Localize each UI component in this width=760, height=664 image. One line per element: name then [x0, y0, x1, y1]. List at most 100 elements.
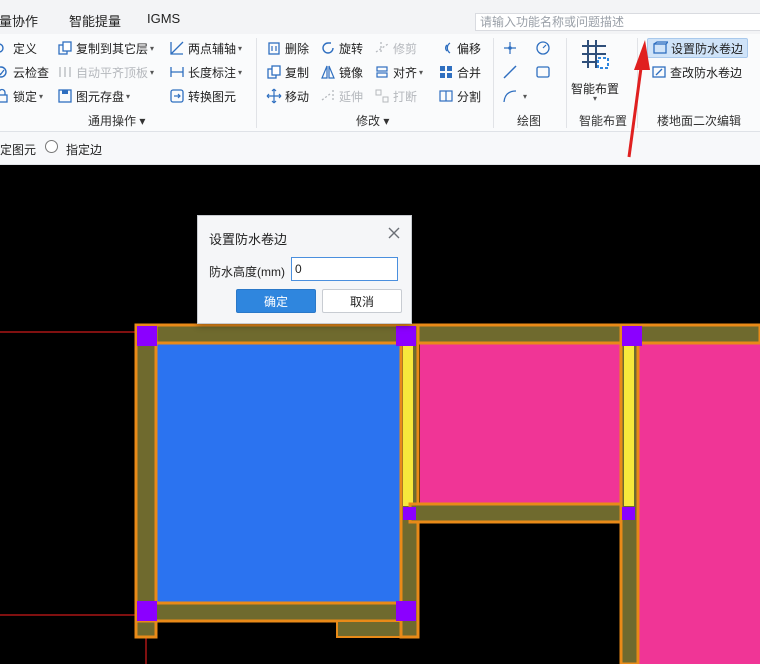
break-button[interactable]: 打断	[374, 86, 417, 106]
rotate-button[interactable]: 旋转	[320, 38, 363, 58]
define-button[interactable]: 定义	[0, 38, 37, 58]
rotate-icon	[320, 40, 336, 56]
group-modify-label[interactable]: 修改 ▾	[356, 112, 389, 129]
waterproof-height-input[interactable]	[291, 257, 398, 281]
trim-button[interactable]: 修剪	[374, 38, 417, 58]
mirror-label: 镜像	[339, 65, 364, 80]
flat-slab-icon	[57, 64, 73, 80]
edit-waterproof-edge-button[interactable]: 查改防水卷边	[651, 62, 742, 82]
define-icon	[0, 40, 10, 56]
break-label: 打断	[393, 89, 418, 104]
auto-flat-slab-button[interactable]: 自动平齐顶板 ▾	[57, 62, 154, 82]
element-storage-button[interactable]: 图元存盘 ▾	[57, 86, 130, 106]
extend-button[interactable]: 延伸	[320, 86, 363, 106]
move-label: 移动	[285, 89, 310, 104]
lock-icon	[0, 88, 10, 104]
draw-rect-button[interactable]	[535, 62, 554, 82]
tab-collaboration[interactable]: 算量协作	[0, 11, 38, 30]
delete-button[interactable]: 删除	[266, 38, 309, 58]
column-node[interactable]	[622, 326, 642, 346]
offset-label: 偏移	[457, 41, 482, 56]
edit-waterproof-label: 查改防水卷边	[670, 65, 743, 80]
edit-waterproof-icon	[651, 64, 667, 80]
column-node[interactable]	[137, 326, 157, 346]
mirror-icon	[320, 64, 336, 80]
copy-to-floor-label: 复制到其它层	[76, 41, 149, 56]
draw-line-button[interactable]	[502, 62, 521, 82]
chevron-down-icon: ▾	[592, 94, 597, 103]
specify-edge-radio[interactable]	[45, 140, 58, 153]
lock-label: 锁定	[13, 89, 38, 104]
smart-layout-icon	[582, 40, 609, 69]
draw-circle-button[interactable]	[535, 38, 554, 58]
circle-icon	[535, 40, 551, 56]
merge-button[interactable]: 合并	[438, 62, 481, 82]
mirror-button[interactable]: 镜像	[320, 62, 363, 82]
convert-element-button[interactable]: 转换图元	[169, 86, 236, 106]
lock-button[interactable]: 锁定 ▾	[0, 86, 43, 106]
option-specify-element[interactable]: 指定图元	[0, 141, 36, 158]
column-node[interactable]	[396, 326, 416, 346]
move-button[interactable]: 移动	[266, 86, 309, 106]
waterproof-edge-icon	[652, 40, 668, 56]
wall-right-highlight	[624, 343, 634, 506]
align-icon	[374, 64, 390, 80]
cloud-check-button[interactable]: 云检查	[0, 62, 49, 82]
copy-floor-icon	[57, 40, 73, 56]
group-general-label[interactable]: 通用操作 ▾	[88, 112, 145, 129]
cloud-check-icon	[0, 64, 10, 80]
split-icon	[438, 88, 454, 104]
extend-label: 延伸	[339, 89, 364, 104]
break-icon	[374, 88, 390, 104]
group-floor-edit-label: 楼地面二次编辑	[657, 114, 742, 128]
wall-pink-bottom[interactable]	[408, 502, 632, 524]
split-button[interactable]: 分割	[438, 86, 481, 106]
wall-left[interactable]	[134, 323, 158, 639]
menu-bar: 算量协作 智能提量 IGMS	[0, 0, 760, 35]
two-point-axis-button[interactable]: 两点辅轴 ▾	[169, 38, 242, 58]
column-node[interactable]	[403, 507, 416, 520]
draw-arc-button[interactable]: ▾	[502, 86, 527, 106]
wall-top[interactable]	[134, 323, 760, 345]
column-node[interactable]	[137, 601, 157, 621]
function-search-input[interactable]	[475, 13, 760, 31]
room-blue[interactable]	[155, 343, 401, 603]
length-label-button[interactable]: 长度标注 ▾	[169, 62, 242, 82]
ribbon-separator	[566, 38, 567, 128]
copy-to-floor-button[interactable]: 复制到其它层 ▾	[57, 38, 154, 58]
convert-icon	[169, 88, 185, 104]
set-waterproof-edge-button[interactable]: 设置防水卷边	[647, 38, 749, 58]
wall-middle-highlight	[403, 343, 413, 506]
ok-button[interactable]: 确定	[236, 289, 316, 313]
room-pink-middle[interactable]	[420, 343, 620, 503]
copy-label: 复制	[285, 65, 310, 80]
column-node[interactable]	[622, 507, 635, 520]
group-draw-label: 绘图	[517, 114, 542, 128]
tab-smart-quantity[interactable]: 智能提量	[69, 11, 121, 30]
merge-label: 合并	[457, 65, 482, 80]
tab-igms[interactable]: IGMS	[147, 11, 180, 26]
two-point-axis-label: 两点辅轴	[188, 41, 237, 56]
option-specify-edge[interactable]: 指定边	[66, 141, 102, 158]
smart-layout-button[interactable]: 智能布置 ▾	[570, 38, 620, 110]
set-waterproof-dialog: 设置防水卷边 防水高度(mm) 确定 取消	[197, 215, 412, 324]
length-label-text: 长度标注	[188, 65, 237, 80]
column-node[interactable]	[396, 601, 416, 621]
rotate-label: 旋转	[339, 41, 364, 56]
cancel-button[interactable]: 取消	[322, 289, 402, 313]
offset-icon	[438, 40, 454, 56]
copy-button[interactable]: 复制	[266, 62, 309, 82]
point-icon	[502, 40, 518, 56]
align-button[interactable]: 对齐 ▾	[374, 62, 423, 82]
ribbon-separator	[493, 38, 494, 128]
draw-point-button[interactable]	[502, 38, 521, 58]
merge-icon	[438, 64, 454, 80]
set-waterproof-label: 设置防水卷边	[671, 41, 744, 56]
wall-bottom[interactable]	[134, 601, 420, 623]
delete-label: 删除	[285, 41, 310, 56]
room-pink-right[interactable]	[638, 343, 760, 664]
close-icon[interactable]	[387, 226, 401, 240]
line-icon	[502, 64, 518, 80]
offset-button[interactable]: 偏移	[438, 38, 481, 58]
extend-icon	[320, 88, 336, 104]
